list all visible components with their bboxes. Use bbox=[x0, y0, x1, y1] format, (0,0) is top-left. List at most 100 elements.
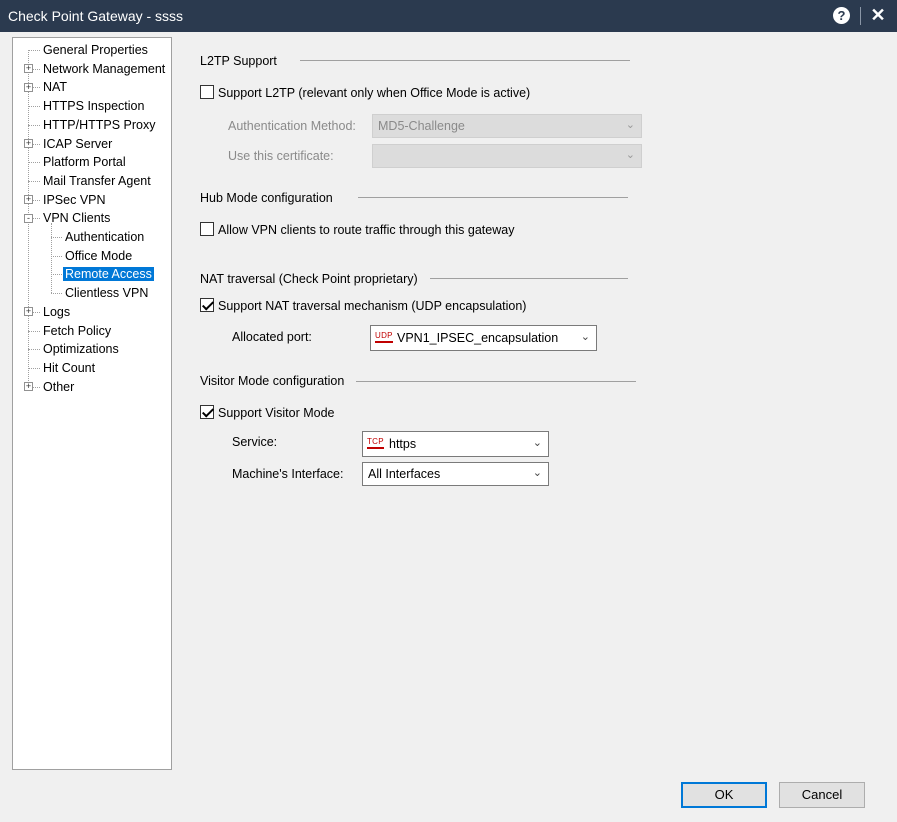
tree-item-office-mode[interactable]: Office Mode bbox=[63, 247, 134, 265]
tree-item-clientless-vpn[interactable]: Clientless VPN bbox=[63, 284, 150, 302]
tree-connector bbox=[28, 349, 40, 351]
tree-item-label: Platform Portal bbox=[43, 155, 126, 170]
tree-item-label: Mail Transfer Agent bbox=[43, 173, 151, 188]
tree-item-label: Clientless VPN bbox=[65, 286, 149, 301]
visitor-mode-section-divider bbox=[356, 381, 636, 382]
support-nat-traversal-checkbox[interactable] bbox=[200, 298, 214, 312]
tree-item-hit-count[interactable]: Hit Count bbox=[41, 359, 97, 377]
tree-item-label: IPSec VPN bbox=[43, 192, 106, 207]
hub-mode-section-divider bbox=[358, 197, 628, 198]
tree-item-optimizations[interactable]: Optimizations bbox=[41, 340, 121, 358]
tree-connector bbox=[51, 274, 62, 276]
hub-mode-section-title: Hub Mode configuration bbox=[200, 191, 333, 205]
nat-traversal-section-title: NAT traversal (Check Point proprietary) bbox=[200, 272, 418, 286]
tree-item-ipsec-vpn[interactable]: IPSec VPN bbox=[41, 191, 108, 209]
help-icon[interactable]: ? bbox=[833, 7, 850, 24]
expand-icon[interactable]: + bbox=[24, 64, 33, 74]
tree-connector bbox=[28, 367, 40, 369]
tree-item-label: General Properties bbox=[43, 43, 148, 57]
tree-connector bbox=[28, 124, 40, 126]
tree-item-remote-access[interactable]: Remote Access bbox=[63, 265, 154, 283]
tcp-protocol-icon: TCP bbox=[367, 437, 384, 449]
machine-interface-dropdown[interactable]: All Interfaces ⌄ bbox=[362, 462, 549, 486]
tree-item-label: Logs bbox=[43, 304, 71, 319]
tree-item-vpn-clients[interactable]: VPN Clients bbox=[41, 209, 112, 227]
tree-connector bbox=[28, 162, 40, 164]
support-nat-traversal-label: Support NAT traversal mechanism (UDP enc… bbox=[218, 299, 527, 313]
tree-connector bbox=[28, 50, 40, 51]
udp-protocol-icon: UDP bbox=[375, 331, 393, 343]
tree-item-label: Optimizations bbox=[43, 342, 119, 357]
l2tp-section-divider bbox=[300, 60, 630, 61]
tree-connector bbox=[51, 255, 62, 257]
chevron-down-icon: ⌄ bbox=[532, 437, 542, 449]
tree-item-label: Authentication bbox=[65, 230, 145, 244]
tree-item-label: HTTPS Inspection bbox=[43, 99, 145, 114]
service-value: https bbox=[389, 437, 417, 451]
nat-traversal-section-divider bbox=[430, 278, 628, 279]
expand-icon[interactable]: + bbox=[24, 307, 33, 317]
tree-item-nat[interactable]: NAT bbox=[41, 78, 69, 96]
window-title: Check Point Gateway - ssss bbox=[8, 8, 184, 24]
allocated-port-value: VPN1_IPSEC_encapsulation bbox=[397, 331, 559, 345]
tree-item-label: VPN Clients bbox=[43, 211, 111, 226]
tree-item-mail-transfer-agent[interactable]: Mail Transfer Agent bbox=[41, 172, 153, 190]
tree-item-label: Office Mode bbox=[65, 248, 133, 263]
certificate-label: Use this certificate: bbox=[228, 149, 334, 163]
tree-item-other[interactable]: Other bbox=[41, 378, 76, 396]
chevron-down-icon: ⌄ bbox=[625, 149, 635, 161]
tree-item-label: HTTP/HTTPS Proxy bbox=[43, 117, 156, 132]
tree-item-general-properties[interactable]: General Properties bbox=[41, 41, 150, 59]
allocated-port-label: Allocated port: bbox=[232, 330, 312, 344]
expand-icon[interactable]: + bbox=[24, 382, 33, 392]
auth-method-dropdown: MD5-Challenge ⌄ bbox=[372, 114, 642, 138]
auth-method-label: Authentication Method: bbox=[228, 119, 356, 133]
tree-item-https-inspection[interactable]: HTTPS Inspection bbox=[41, 97, 146, 115]
chevron-down-icon: ⌄ bbox=[532, 467, 542, 479]
tree-item-authentication[interactable]: Authentication bbox=[63, 228, 146, 246]
tree-item-icap-server[interactable]: ICAP Server bbox=[41, 135, 114, 153]
tree-connector bbox=[51, 293, 62, 295]
expand-icon[interactable]: + bbox=[24, 195, 33, 205]
support-l2tp-checkbox[interactable] bbox=[200, 85, 214, 99]
certificate-dropdown: ⌄ bbox=[372, 144, 642, 168]
chevron-down-icon: ⌄ bbox=[625, 119, 635, 131]
expand-icon[interactable]: + bbox=[24, 139, 33, 148]
tree-item-logs[interactable]: Logs bbox=[41, 303, 72, 321]
service-label: Service: bbox=[232, 435, 278, 449]
tree-item-label: ICAP Server bbox=[43, 136, 113, 151]
tree-item-platform-portal[interactable]: Platform Portal bbox=[41, 153, 128, 171]
chevron-down-icon: ⌄ bbox=[580, 331, 590, 343]
close-icon[interactable]: ✕ bbox=[868, 3, 888, 27]
allow-vpn-routing-label: Allow VPN clients to route traffic throu… bbox=[218, 223, 515, 237]
machine-interface-value: All Interfaces bbox=[368, 467, 441, 481]
support-l2tp-label: Support L2TP (relevant only when Office … bbox=[218, 86, 531, 100]
service-dropdown[interactable]: TCP https ⌄ bbox=[362, 431, 549, 457]
tree-item-label: Fetch Policy bbox=[43, 323, 112, 338]
collapse-icon[interactable]: - bbox=[24, 213, 33, 223]
cancel-button[interactable]: Cancel bbox=[779, 782, 865, 808]
tree-item-fetch-policy[interactable]: Fetch Policy bbox=[41, 322, 113, 340]
allow-vpn-routing-checkbox[interactable] bbox=[200, 222, 214, 236]
tree-item-label: NAT bbox=[43, 80, 68, 95]
l2tp-section-title: L2TP Support bbox=[200, 54, 277, 68]
allocated-port-dropdown[interactable]: UDP VPN1_IPSEC_encapsulation ⌄ bbox=[370, 325, 597, 351]
machine-interface-label: Machine's Interface: bbox=[232, 467, 344, 481]
tree-item-http-https-proxy[interactable]: HTTP/HTTPS Proxy bbox=[41, 116, 158, 134]
tree-item-label: Network Management bbox=[43, 61, 166, 76]
tree-connector bbox=[28, 106, 40, 108]
tree-connector bbox=[28, 180, 40, 182]
visitor-mode-section-title: Visitor Mode configuration bbox=[200, 374, 345, 388]
ok-button[interactable]: OK bbox=[681, 782, 767, 808]
tree-item-label: Other bbox=[43, 379, 75, 394]
navigation-tree[interactable]: General Properties Network Management + NAT… bbox=[12, 37, 172, 770]
expand-icon[interactable]: + bbox=[24, 82, 33, 92]
title-bar: Check Point Gateway - ssss ? ✕ bbox=[0, 0, 897, 32]
support-visitor-mode-checkbox[interactable] bbox=[200, 405, 214, 419]
tree-item-network-management[interactable]: Network Management bbox=[41, 60, 167, 78]
tree-item-label: Remote Access bbox=[63, 267, 154, 282]
tree-connector bbox=[51, 237, 62, 238]
tree-branch bbox=[51, 223, 52, 294]
support-visitor-mode-label: Support Visitor Mode bbox=[218, 406, 335, 420]
tree-connector bbox=[28, 330, 40, 332]
